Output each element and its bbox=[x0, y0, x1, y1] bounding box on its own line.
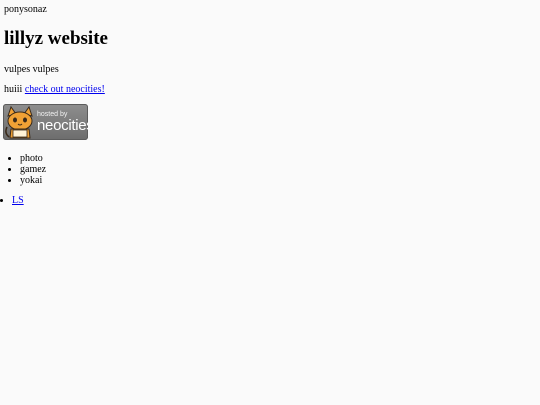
page: ponysonaz lillyz website vulpes vulpes h… bbox=[0, 0, 540, 405]
nav-list: photo gamez yokai bbox=[0, 153, 46, 186]
neocities-cat-icon bbox=[5, 105, 33, 139]
badge-brand-text: neocities bbox=[37, 117, 88, 134]
greeting-line: huiii check out neocities! bbox=[4, 84, 105, 96]
neocities-link[interactable]: check out neocities! bbox=[25, 84, 105, 95]
nav-item-photo: photo bbox=[20, 153, 46, 164]
ls-link[interactable]: LS bbox=[12, 195, 24, 206]
greeting-text: huiii bbox=[4, 84, 23, 95]
hosted-by-neocities-badge[interactable]: hosted by neocities bbox=[3, 104, 88, 140]
nav-item-gamez: gamez bbox=[20, 164, 46, 175]
link-list: LS bbox=[0, 195, 24, 207]
page-title: lillyz website bbox=[4, 28, 108, 49]
link-list-item: LS bbox=[12, 195, 24, 207]
tagline: vulpes vulpes bbox=[4, 64, 59, 75]
site-name: ponysonaz bbox=[4, 4, 47, 15]
nav-item-yokai: yokai bbox=[20, 175, 46, 186]
